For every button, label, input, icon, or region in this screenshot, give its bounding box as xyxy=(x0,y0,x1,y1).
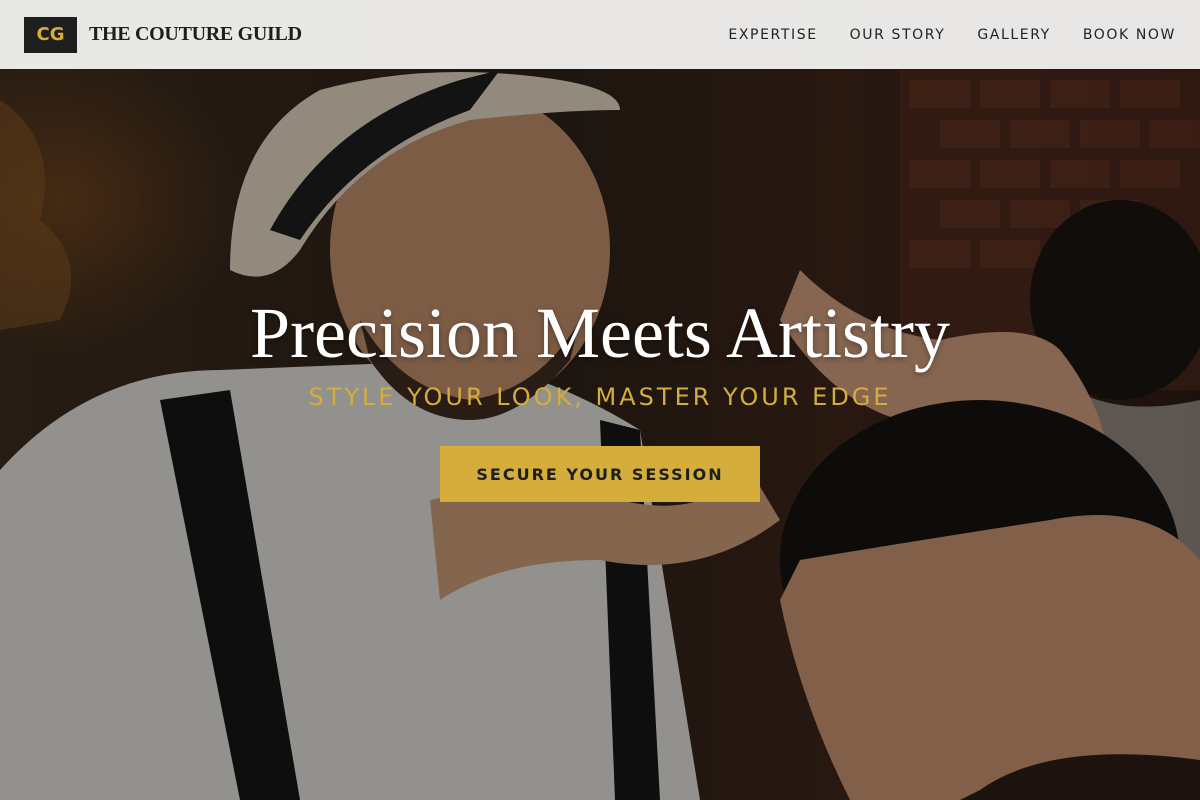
hero-title: Precision Meets Artistry xyxy=(250,293,950,373)
hero-content: Precision Meets Artistry STYLE YOUR LOOK… xyxy=(0,290,1200,502)
nav-link-expertise[interactable]: EXPERTISE xyxy=(728,27,817,43)
hero-subtitle: STYLE YOUR LOOK, MASTER YOUR EDGE xyxy=(308,383,892,411)
logo-mark: CG xyxy=(24,16,77,53)
brand-name: THE COUTURE GUILD xyxy=(89,23,302,45)
nav-link-gallery[interactable]: GALLERY xyxy=(977,27,1050,43)
nav-link-book-now[interactable]: BOOK NOW xyxy=(1083,27,1176,43)
main-nav: EXPERTISE OUR STORY GALLERY BOOK NOW xyxy=(728,27,1176,43)
brand-logo-link[interactable]: CG THE COUTURE GUILD xyxy=(24,16,302,53)
site-header: CG THE COUTURE GUILD EXPERTISE OUR STORY… xyxy=(0,0,1200,69)
nav-link-our-story[interactable]: OUR STORY xyxy=(850,27,946,43)
secure-session-button[interactable]: SECURE YOUR SESSION xyxy=(440,446,760,502)
